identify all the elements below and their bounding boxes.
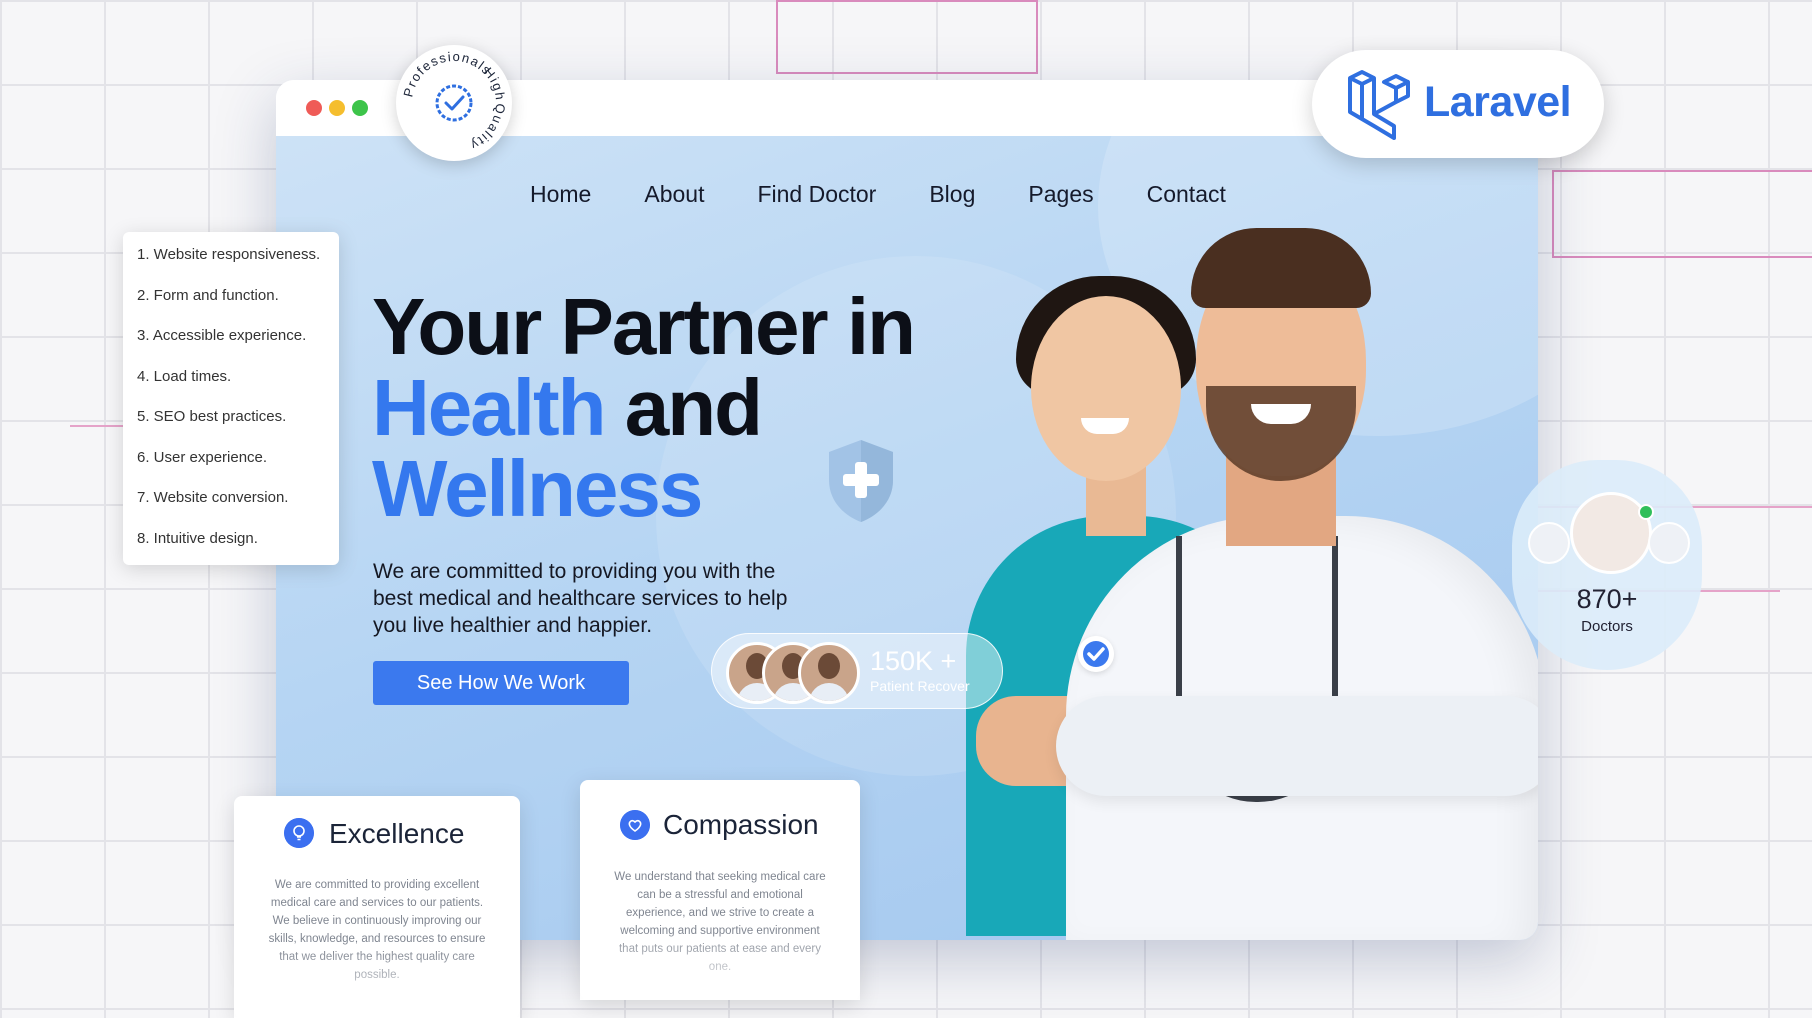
nav-find-doctor[interactable]: Find Doctor	[757, 181, 876, 208]
svg-text:Quality: Quality	[467, 103, 508, 154]
online-status-dot	[1638, 504, 1654, 520]
close-window-button[interactable]	[306, 100, 322, 116]
nav-about[interactable]: About	[644, 181, 704, 208]
decor-frame-top	[776, 0, 1038, 74]
list-item: 2. Form and function.	[137, 286, 279, 304]
avatar	[1528, 522, 1570, 564]
headline-health: Health	[372, 363, 606, 452]
headline-and: and	[604, 363, 763, 452]
list-item: 3. Accessible experience.	[137, 327, 307, 344]
card-fade	[234, 948, 520, 1018]
excellence-card: Excellence We are committed to providing…	[234, 796, 520, 1018]
card-fade	[580, 930, 860, 1000]
patient-recover-stat: 150K + Patient Recover	[711, 633, 1003, 709]
doctor-photo	[1191, 228, 1371, 308]
doctor-photo	[1056, 696, 1538, 796]
main-nav: Home About Find Doctor Blog Pages Contac…	[530, 181, 1279, 208]
seal-word-quality: Quality	[467, 103, 506, 154]
quality-seal: Professionals High Quality	[396, 45, 512, 161]
compassion-title: Compassion	[663, 809, 819, 840]
lightbulb-icon	[284, 818, 314, 848]
laravel-wordmark: Laravel	[1424, 78, 1572, 126]
hero-subtext: We are committed to providing you with t…	[373, 560, 788, 637]
decor-frame-right	[1552, 170, 1812, 258]
maximize-window-button[interactable]	[352, 100, 368, 116]
verified-check-icon	[1078, 636, 1114, 672]
nav-blog[interactable]: Blog	[929, 181, 975, 208]
svg-text:Professionals: Professionals	[400, 49, 495, 99]
list-item: 6. User experience.	[137, 448, 268, 466]
list-item: 4. Load times.	[137, 367, 232, 385]
avatar	[798, 642, 860, 704]
compassion-card: Compassion We understand that seeking me…	[580, 780, 860, 1000]
see-how-we-work-button[interactable]: See How We Work	[373, 661, 629, 705]
list-item: 1. Website responsiveness.	[137, 246, 321, 263]
laravel-logo-icon	[1348, 70, 1410, 140]
headline-line1: Your Partner in	[372, 282, 916, 371]
excellence-title: Excellence	[329, 818, 465, 849]
seal-word-professionals: Professionals	[400, 49, 493, 99]
minimize-window-button[interactable]	[329, 100, 345, 116]
doctors-label: Doctors	[1581, 618, 1633, 635]
shield-plus-icon	[829, 440, 893, 522]
nav-home[interactable]: Home	[530, 181, 591, 208]
quality-seal-graphic: Professionals High Quality	[400, 49, 508, 154]
list-item: 8. Intuitive design.	[137, 529, 258, 547]
patients-value: 150K +	[870, 646, 957, 676]
nav-pages[interactable]: Pages	[1028, 181, 1093, 208]
nurse-photo	[1031, 296, 1181, 481]
laravel-badge: Laravel	[1312, 50, 1604, 158]
doctors-value: 870+	[1576, 584, 1638, 614]
features-checklist: 1. Website responsiveness. 2. Form and f…	[123, 232, 339, 565]
heart-hands-icon	[620, 810, 650, 840]
headline-wellness: Wellness	[372, 444, 703, 533]
list-item: 5. SEO best practices.	[137, 408, 287, 425]
doctors-count-badge: 870+ Doctors	[1512, 460, 1702, 670]
patients-label: Patient Recover	[870, 678, 970, 694]
list-item: 7. Website conversion.	[137, 489, 289, 506]
avatar	[1648, 522, 1690, 564]
avatar	[1570, 492, 1652, 574]
nav-contact[interactable]: Contact	[1147, 181, 1226, 208]
